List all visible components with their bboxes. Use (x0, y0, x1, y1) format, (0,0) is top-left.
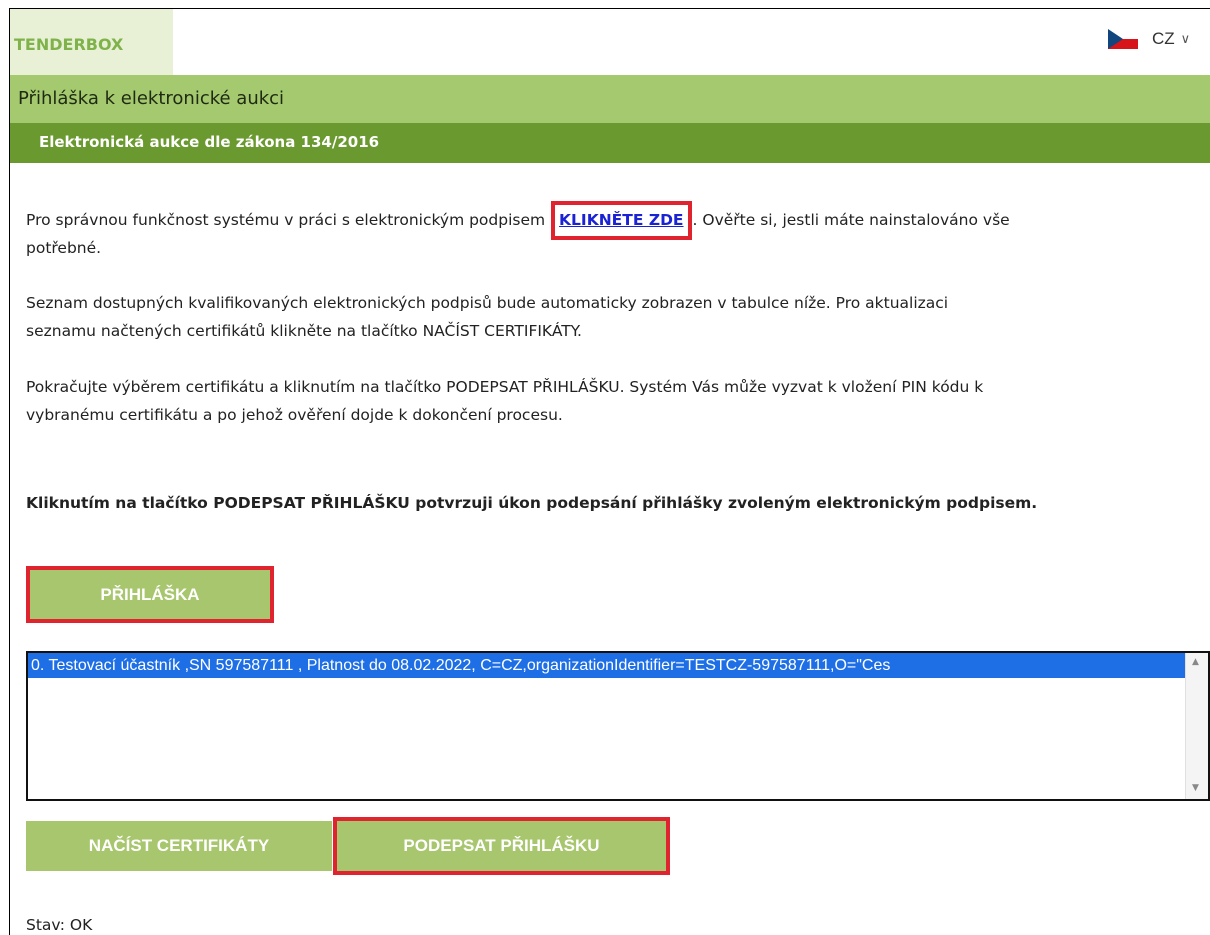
paragraph-text: . Ověřte si, jestli máte nainstalováno v… (692, 211, 1010, 229)
paragraph-sign-info-line2: vybranému certifikátu a po jehož ověření… (26, 406, 563, 424)
paragraph-install-line2: potřebné. (26, 239, 102, 257)
scroll-up-icon[interactable]: ▲ (1192, 657, 1199, 667)
certificate-list[interactable]: 0. Testovací účastník ,SN 597587111 , Pl… (26, 651, 1210, 801)
czech-flag-icon (1108, 29, 1138, 49)
paragraph-list-info-line2: seznamu načtených certifikátů klikněte n… (26, 322, 582, 340)
section-title: Elektronická aukce dle zákona 134/2016 (39, 133, 380, 151)
top-bar: TENDERBOX CZ ∨ (10, 9, 1210, 75)
logo-text: TENDERBOX (14, 35, 124, 54)
certificate-item[interactable]: 0. Testovací účastník ,SN 597587111 , Pl… (28, 653, 1186, 678)
chevron-down-icon: ∨ (1180, 31, 1191, 47)
paragraph-list-info: Seznam dostupných kvalifikovaných elektr… (26, 294, 949, 312)
sign-application-button[interactable]: PODEPSAT PŘIHLÁŠKU (337, 821, 666, 871)
language-selector[interactable]: CZ ∨ (1108, 27, 1190, 51)
click-here-highlight: KLIKNĚTE ZDE (551, 201, 692, 240)
logo[interactable]: TENDERBOX (10, 9, 173, 75)
language-code: CZ (1152, 29, 1175, 48)
paragraph-text: Pro správnou funkčnost systému v práci s… (26, 211, 551, 229)
status-text: Stav: OK (26, 916, 93, 934)
page-frame: TENDERBOX CZ ∨ Přihláška k elektronické … (9, 8, 1210, 935)
click-here-link[interactable]: KLIKNĚTE ZDE (559, 211, 683, 229)
section-header-bar: Elektronická aukce dle zákona 134/2016 (10, 123, 1210, 163)
page-title: Přihláška k elektronické aukci (18, 88, 285, 109)
paragraph-sign-info: Pokračujte výběrem certifikátu a kliknut… (26, 378, 984, 396)
page-title-bar: Přihláška k elektronické aukci (10, 75, 1210, 123)
load-certificates-button[interactable]: NAČÍST CERTIFIKÁTY (26, 821, 332, 871)
paragraph-install: Pro správnou funkčnost systému v práci s… (26, 201, 1010, 240)
scroll-down-icon[interactable]: ▼ (1192, 783, 1199, 793)
list-scrollbar[interactable]: ▲ ▼ (1185, 653, 1208, 799)
paragraph-confirmation: Kliknutím na tlačítko PODEPSAT PŘIHLÁŠKU… (26, 494, 1038, 512)
prihlaska-button[interactable]: PŘIHLÁŠKA (30, 570, 270, 619)
